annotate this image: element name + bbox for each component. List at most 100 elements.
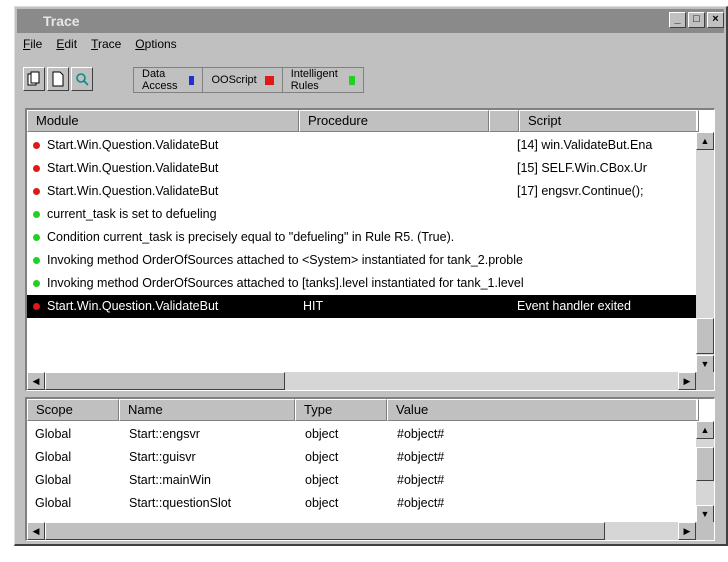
variable-value: #object# [397, 427, 445, 441]
menu-bar: File Edit Trace Options [23, 37, 177, 57]
menu-trace[interactable]: Trace [91, 37, 121, 57]
maximize-button[interactable]: □ [688, 12, 705, 28]
trace-script: Event handler exited [517, 299, 631, 313]
menu-edit[interactable]: Edit [56, 37, 77, 57]
status-dot-icon [33, 165, 40, 172]
scroll-left-button[interactable]: ◀ [27, 372, 45, 390]
scroll-thumb[interactable] [45, 522, 605, 540]
column-header-name[interactable]: Name [119, 399, 295, 421]
variable-row[interactable]: Global Start::engsvr object #object# [27, 423, 696, 446]
status-dot-icon [33, 142, 40, 149]
column-header-spacer[interactable] [489, 110, 519, 132]
legend-label: Data Access [142, 68, 178, 92]
trace-row[interactable]: Invoking method OrderOfSources attached … [27, 249, 696, 272]
column-header-procedure[interactable]: Procedure [299, 110, 489, 132]
trace-panel: Module Procedure Script Start.Win.Questi… [25, 108, 715, 391]
status-dot-icon [33, 211, 40, 218]
trace-horizontal-scrollbar[interactable]: ◀ ▶ [27, 372, 696, 390]
column-header-module[interactable]: Module [27, 110, 299, 132]
variable-name: Start::guisvr [129, 450, 196, 464]
color-swatch [188, 75, 195, 85]
variable-scope: Global [35, 496, 72, 510]
scroll-up-button[interactable]: ▲ [696, 132, 714, 150]
scroll-down-button[interactable]: ▼ [696, 355, 714, 373]
variable-scope: Global [35, 473, 72, 487]
scroll-left-button[interactable]: ◀ [27, 522, 45, 540]
color-swatch [349, 75, 355, 85]
trace-vertical-scrollbar[interactable]: ▲ ▼ [696, 132, 714, 373]
variable-name: Start::mainWin [129, 473, 211, 487]
variables-vertical-scrollbar[interactable]: ▲ ▼ [696, 421, 714, 523]
status-dot-icon [33, 257, 40, 264]
trace-row[interactable]: Condition current_task is precisely equa… [27, 226, 696, 249]
scroll-corner [696, 522, 714, 540]
scroll-thumb[interactable] [696, 318, 714, 354]
status-dot-icon [33, 188, 40, 195]
status-dot-icon [33, 280, 40, 287]
trace-script: [15] SELF.Win.CBox.Ur [517, 161, 647, 175]
variables-header: Scope Name Type Value [27, 399, 699, 421]
new-page-button[interactable] [47, 67, 69, 91]
scroll-down-button[interactable]: ▼ [696, 505, 714, 523]
trace-script: [17] engsvr.Continue(); [517, 184, 644, 198]
trace-message: Invoking method OrderOfSources attached … [47, 253, 523, 267]
minimize-button[interactable]: _ [669, 12, 686, 28]
trace-procedure: HIT [303, 299, 324, 313]
variable-type: object [305, 473, 339, 487]
variable-name: Start::engsvr [129, 427, 200, 441]
trace-script: [14] win.ValidateBut.Ena [517, 138, 653, 152]
status-dot-icon [33, 303, 40, 310]
variable-name: Start::questionSlot [129, 496, 232, 510]
legend-data-access: Data Access [133, 67, 204, 93]
copy-button[interactable] [23, 67, 45, 91]
title-bar[interactable]: Trace _ □ × [17, 9, 724, 33]
scroll-up-button[interactable]: ▲ [696, 421, 714, 439]
copy-icon [27, 71, 40, 86]
scroll-right-button[interactable]: ▶ [678, 372, 696, 390]
column-header-type[interactable]: Type [295, 399, 387, 421]
trace-row[interactable]: current_task is set to defueling [27, 203, 696, 226]
scroll-thumb[interactable] [696, 447, 714, 481]
variable-scope: Global [35, 427, 72, 441]
trace-module: Start.Win.Question.ValidateBut [47, 299, 219, 313]
variable-scope: Global [35, 450, 72, 464]
variable-value: #object# [397, 473, 445, 487]
scroll-right-button[interactable]: ▶ [678, 522, 696, 540]
trace-header: Module Procedure Script [27, 110, 699, 132]
color-swatch [264, 75, 274, 85]
variable-value: #object# [397, 450, 445, 464]
trace-message: current_task is set to defueling [47, 207, 217, 221]
legend-ooscript: OOScript [202, 67, 283, 93]
legend-intelligent-rules: Intelligent Rules [281, 67, 364, 93]
variables-horizontal-scrollbar[interactable]: ◀ ▶ [27, 522, 696, 540]
variable-type: object [305, 427, 339, 441]
find-button[interactable] [71, 67, 93, 91]
trace-row[interactable]: Start.Win.Question.ValidateBut [17] engsv… [27, 180, 696, 203]
trace-row[interactable]: Start.Win.Question.ValidateBut HIT Event h… [27, 295, 696, 318]
column-header-value[interactable]: Value [387, 399, 699, 421]
trace-module: Start.Win.Question.ValidateBut [47, 184, 219, 198]
trace-message: Condition current_task is precisely equa… [47, 230, 455, 244]
trace-row[interactable]: Start.Win.Question.ValidateBut [15] SELF.… [27, 157, 696, 180]
variable-row[interactable]: Global Start::guisvr object #object# [27, 446, 696, 469]
trace-window: Trace _ □ × File Edit Trace Options Data… [14, 6, 728, 546]
variable-type: object [305, 450, 339, 464]
variable-row[interactable]: Global Start::mainWin object #object# [27, 469, 696, 492]
variable-value: #object# [397, 496, 445, 510]
menu-file[interactable]: File [23, 37, 42, 57]
trace-row[interactable]: Start.Win.Question.ValidateBut [14] win.V… [27, 134, 696, 157]
scroll-thumb[interactable] [45, 372, 285, 390]
scroll-corner [696, 372, 714, 390]
legend-label: Intelligent Rules [290, 68, 338, 92]
column-header-scope[interactable]: Scope [27, 399, 119, 421]
legend-label: OOScript [211, 74, 257, 86]
variable-row[interactable]: Global Start::questionSlot object #object# [27, 492, 696, 515]
legend: Data Access OOScript Intelligent Rules [133, 67, 364, 93]
trace-module: Start.Win.Question.ValidateBut [47, 161, 219, 175]
column-header-script[interactable]: Script [519, 110, 699, 132]
variable-type: object [305, 496, 339, 510]
trace-row[interactable]: Invoking method OrderOfSources attached … [27, 272, 696, 295]
menu-options[interactable]: Options [135, 37, 176, 57]
close-button[interactable]: × [707, 12, 724, 28]
trace-message: Invoking method OrderOfSources attached … [47, 276, 524, 290]
